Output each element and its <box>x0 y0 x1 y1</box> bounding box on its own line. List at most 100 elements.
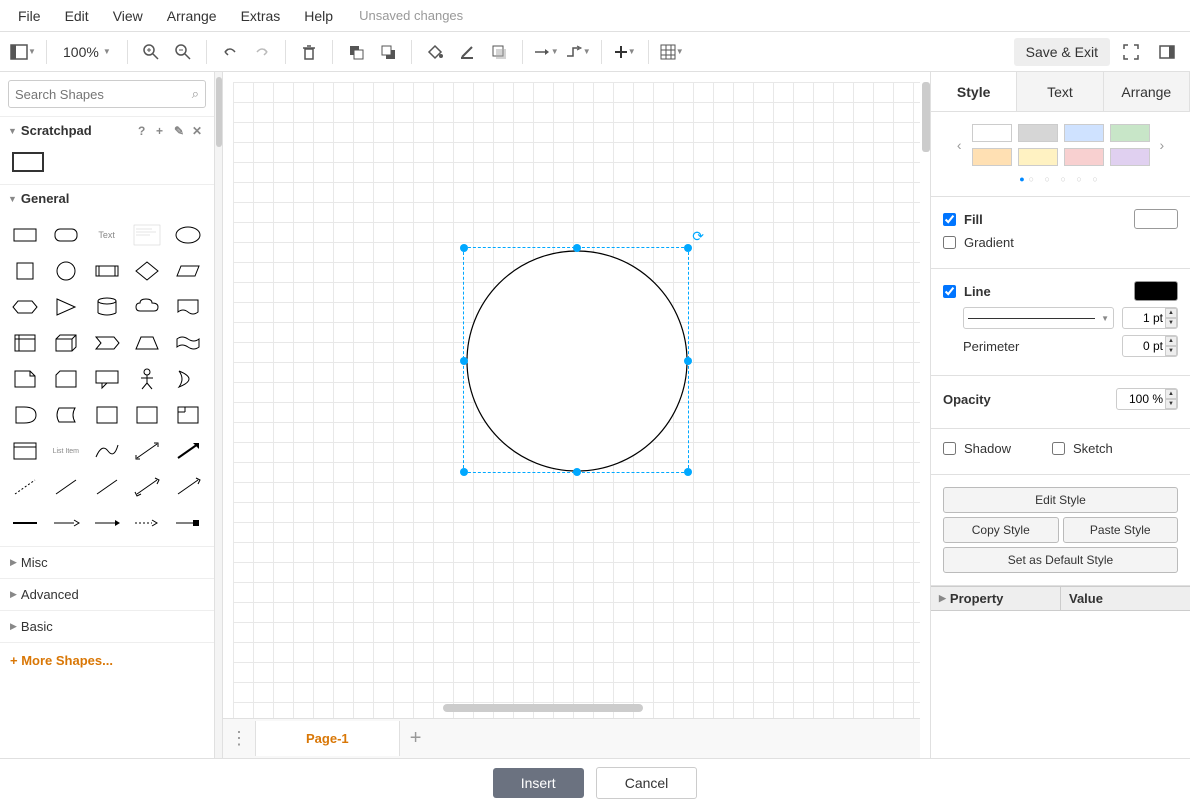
fill-color-box[interactable] <box>1134 209 1178 229</box>
format-panel-icon[interactable] <box>1152 37 1182 67</box>
line-style-select[interactable]: ▼ <box>963 307 1114 329</box>
search-icon[interactable]: ⌕ <box>192 86 199 102</box>
sidebar-scroll[interactable] <box>215 72 223 758</box>
shape-text[interactable]: Text <box>90 220 124 250</box>
swatch-prev-icon[interactable]: ‹ <box>953 137 966 153</box>
menu-help[interactable]: Help <box>294 4 343 28</box>
line-color-icon[interactable] <box>452 37 482 67</box>
shape-note[interactable] <box>8 364 42 394</box>
shape-curve[interactable] <box>90 436 124 466</box>
shape-trapezoid[interactable] <box>130 328 164 358</box>
tab-text[interactable]: Text <box>1017 72 1103 111</box>
handle-s[interactable] <box>573 468 581 476</box>
edit-scratch-icon[interactable]: ✎ <box>174 124 188 138</box>
undo-icon[interactable] <box>215 37 245 67</box>
swatch-red[interactable] <box>1064 148 1104 166</box>
shape-link1[interactable] <box>8 508 42 538</box>
menu-view[interactable]: View <box>103 4 153 28</box>
shape-list-item[interactable]: List Item <box>49 436 83 466</box>
add-page-icon[interactable]: + <box>400 727 432 750</box>
category-misc[interactable]: ▶Misc <box>0 546 214 578</box>
menu-file[interactable]: File <box>8 4 51 28</box>
shape-card[interactable] <box>49 364 83 394</box>
swatch-gray[interactable] <box>1018 124 1058 142</box>
shape-actor[interactable] <box>130 364 164 394</box>
sketch-checkbox[interactable] <box>1052 442 1065 455</box>
paste-style-button[interactable]: Paste Style <box>1063 517 1179 543</box>
shadow-icon[interactable] <box>484 37 514 67</box>
shape-parallelogram[interactable] <box>171 256 205 286</box>
general-header[interactable]: ▼ General <box>0 184 214 212</box>
tab-arrange[interactable]: Arrange <box>1104 72 1190 111</box>
handle-nw[interactable] <box>460 244 468 252</box>
shape-process[interactable] <box>90 256 124 286</box>
table-icon[interactable]: ▼ <box>657 37 687 67</box>
canvas-hscroll[interactable] <box>443 704 643 712</box>
shape-cylinder[interactable] <box>90 292 124 322</box>
swatch-green[interactable] <box>1110 124 1150 142</box>
swatch-next-icon[interactable]: › <box>1156 137 1169 153</box>
shape-and[interactable] <box>8 400 42 430</box>
fill-color-icon[interactable] <box>420 37 450 67</box>
shape-line2[interactable] <box>90 472 124 502</box>
shape-dashed-line[interactable] <box>8 472 42 502</box>
scratchpad-header[interactable]: ▼ Scratchpad ? + ✎ ✕ <box>0 116 214 144</box>
shape-internal-storage[interactable] <box>8 328 42 358</box>
menu-extras[interactable]: Extras <box>231 4 291 28</box>
category-basic[interactable]: ▶Basic <box>0 610 214 642</box>
line-checkbox[interactable] <box>943 285 956 298</box>
handle-se[interactable] <box>684 468 692 476</box>
tab-style[interactable]: Style <box>931 72 1017 111</box>
shape-circle[interactable] <box>49 256 83 286</box>
menu-edit[interactable]: Edit <box>55 4 99 28</box>
shape-ellipse[interactable] <box>171 220 205 250</box>
menu-arrange[interactable]: Arrange <box>157 4 227 28</box>
line-color-box[interactable] <box>1134 281 1178 301</box>
close-scratch-icon[interactable]: ✕ <box>192 124 206 138</box>
copy-style-button[interactable]: Copy Style <box>943 517 1059 543</box>
shape-arrow[interactable] <box>171 436 205 466</box>
more-shapes-button[interactable]: + More Shapes... <box>0 642 214 678</box>
shape-step[interactable] <box>90 328 124 358</box>
canvas-vscroll[interactable] <box>922 82 930 152</box>
shape-tape[interactable] <box>171 328 205 358</box>
add-scratch-icon[interactable]: + <box>156 124 170 138</box>
shape-cube[interactable] <box>49 328 83 358</box>
handle-ne[interactable] <box>684 244 692 252</box>
gradient-checkbox[interactable] <box>943 236 956 249</box>
shape-container[interactable] <box>90 400 124 430</box>
shape-or[interactable] <box>171 364 205 394</box>
add-icon[interactable]: ▼ <box>610 37 640 67</box>
shape-container2[interactable] <box>130 400 164 430</box>
connection-icon[interactable]: ▼ <box>531 37 561 67</box>
swatch-white[interactable] <box>972 124 1012 142</box>
fullscreen-icon[interactable] <box>1116 37 1146 67</box>
shape-link2[interactable] <box>49 508 83 538</box>
handle-w[interactable] <box>460 357 468 365</box>
shape-textbox[interactable] <box>130 220 164 250</box>
waypoints-icon[interactable]: ▼ <box>563 37 593 67</box>
rotate-handle-icon[interactable]: ⟳ <box>692 228 704 245</box>
handle-n[interactable] <box>573 244 581 252</box>
category-advanced[interactable]: ▶Advanced <box>0 578 214 610</box>
shape-link4[interactable] <box>130 508 164 538</box>
zoom-out-icon[interactable] <box>168 37 198 67</box>
swatch-yellow[interactable] <box>1018 148 1058 166</box>
scratchpad-shape[interactable] <box>12 152 44 172</box>
swatch-orange[interactable] <box>972 148 1012 166</box>
shape-cloud[interactable] <box>130 292 164 322</box>
shape-dir-thin[interactable] <box>171 472 205 502</box>
search-shapes-input[interactable] <box>15 87 192 102</box>
page-tab-1[interactable]: Page-1 <box>255 721 400 756</box>
shape-link5[interactable] <box>171 508 205 538</box>
shape-diamond[interactable] <box>130 256 164 286</box>
view-mode-button[interactable]: ▼ <box>8 37 38 67</box>
search-shapes-box[interactable]: ⌕ <box>8 80 206 108</box>
shape-frame[interactable] <box>171 400 205 430</box>
shape-rectangle[interactable] <box>8 220 42 250</box>
swatch-purple[interactable] <box>1110 148 1150 166</box>
shape-bidir-thin[interactable] <box>130 472 164 502</box>
to-front-icon[interactable] <box>341 37 371 67</box>
cancel-button[interactable]: Cancel <box>596 767 698 799</box>
shape-hexagon[interactable] <box>8 292 42 322</box>
